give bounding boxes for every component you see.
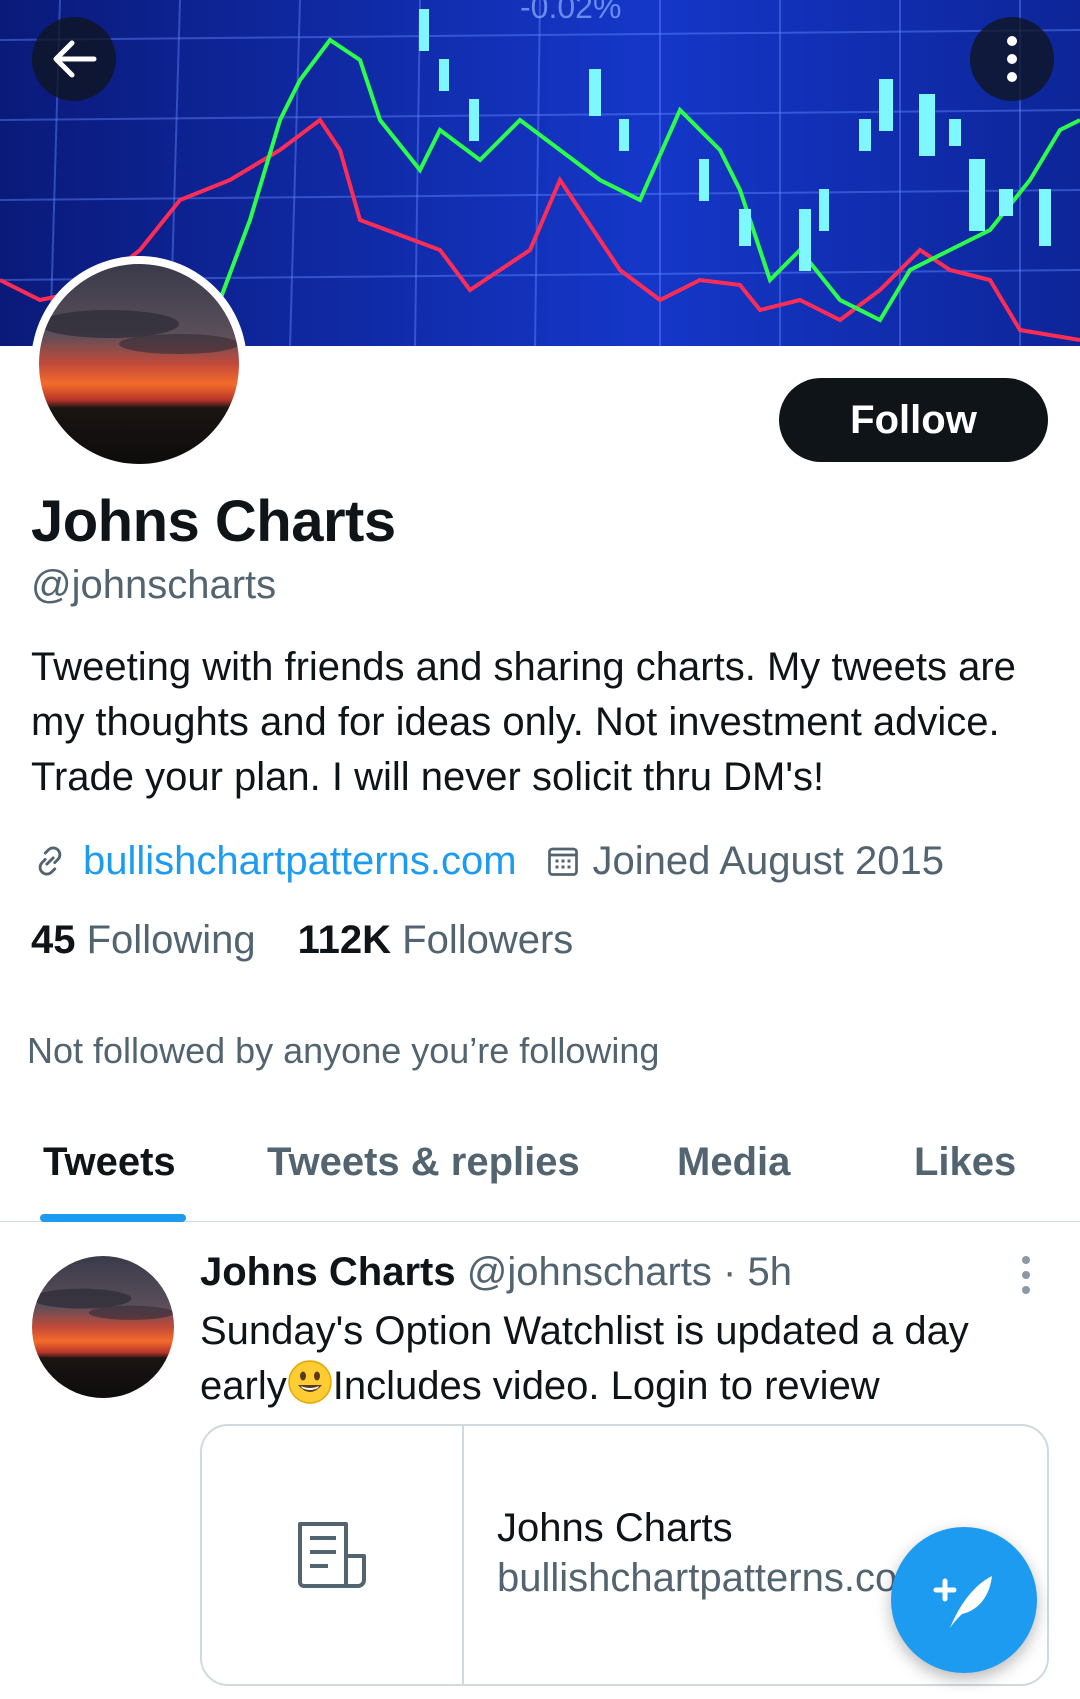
tweet-timestamp[interactable]: · 5h <box>723 1250 792 1294</box>
joined-date: Joined August 2015 <box>592 838 944 883</box>
profile-stats: 45 Following 112K Followers <box>31 918 573 963</box>
not-followed-notice: Not followed by anyone you’re following <box>27 1030 660 1071</box>
profile-handle: @johnscharts <box>31 563 277 607</box>
profile-avatar[interactable] <box>31 256 247 472</box>
more-vertical-icon[interactable] <box>1016 1252 1036 1302</box>
back-button[interactable] <box>32 17 116 101</box>
more-options-button[interactable] <box>970 17 1054 101</box>
calendar-icon <box>547 847 578 876</box>
link-icon <box>38 846 62 876</box>
article-icon <box>298 1522 366 1588</box>
followers-label: Followers <box>402 918 574 962</box>
website-link[interactable]: bullishchartpatterns.com <box>83 839 517 884</box>
follow-button[interactable]: Follow <box>779 378 1048 462</box>
tweet-author-name[interactable]: Johns Charts <box>200 1250 456 1294</box>
tweet-author-handle[interactable]: @johnscharts <box>467 1250 712 1294</box>
sunset-avatar-image <box>39 264 239 464</box>
grinning-face-emoji-icon <box>287 1360 332 1404</box>
tweet-text: Sunday's Option Watchlist is updated a d… <box>200 1304 1060 1414</box>
arrow-left-icon <box>53 40 97 78</box>
card-thumbnail <box>202 1426 464 1684</box>
tab-likes[interactable]: Likes <box>914 1140 1016 1185</box>
profile-bio: Tweeting with friends and sharing charts… <box>31 645 1016 799</box>
tweet-text-part2: Includes video. Login to review <box>332 1364 880 1408</box>
tweet-author-avatar[interactable] <box>32 1256 174 1398</box>
profile-tabs: Tweets Tweets & replies Media Likes <box>0 1120 1080 1222</box>
compose-tweet-icon <box>933 1576 992 1628</box>
following-stat[interactable]: 45 Following <box>31 918 256 963</box>
tab-tweets[interactable]: Tweets <box>43 1140 176 1185</box>
sunset-avatar-image <box>32 1256 174 1398</box>
tweet-header: Johns Charts @johnscharts · 5h <box>200 1250 792 1295</box>
more-vertical-icon <box>1007 36 1017 82</box>
following-count: 45 <box>31 918 76 962</box>
profile-meta: bullishchartpatterns.com Joined August 2… <box>31 833 944 889</box>
tab-media[interactable]: Media <box>677 1140 790 1185</box>
card-title: Johns Charts <box>497 1506 733 1550</box>
following-label: Following <box>86 918 256 962</box>
profile-display-name: Johns Charts <box>31 489 396 554</box>
followers-count: 112K <box>297 918 392 962</box>
active-tab-indicator <box>40 1214 186 1222</box>
compose-tweet-button[interactable] <box>891 1527 1037 1673</box>
followers-stat[interactable]: 112K Followers <box>298 918 574 963</box>
tab-tweets-replies[interactable]: Tweets & replies <box>267 1140 580 1185</box>
svg-text:-0.02%: -0.02% <box>520 0 621 25</box>
